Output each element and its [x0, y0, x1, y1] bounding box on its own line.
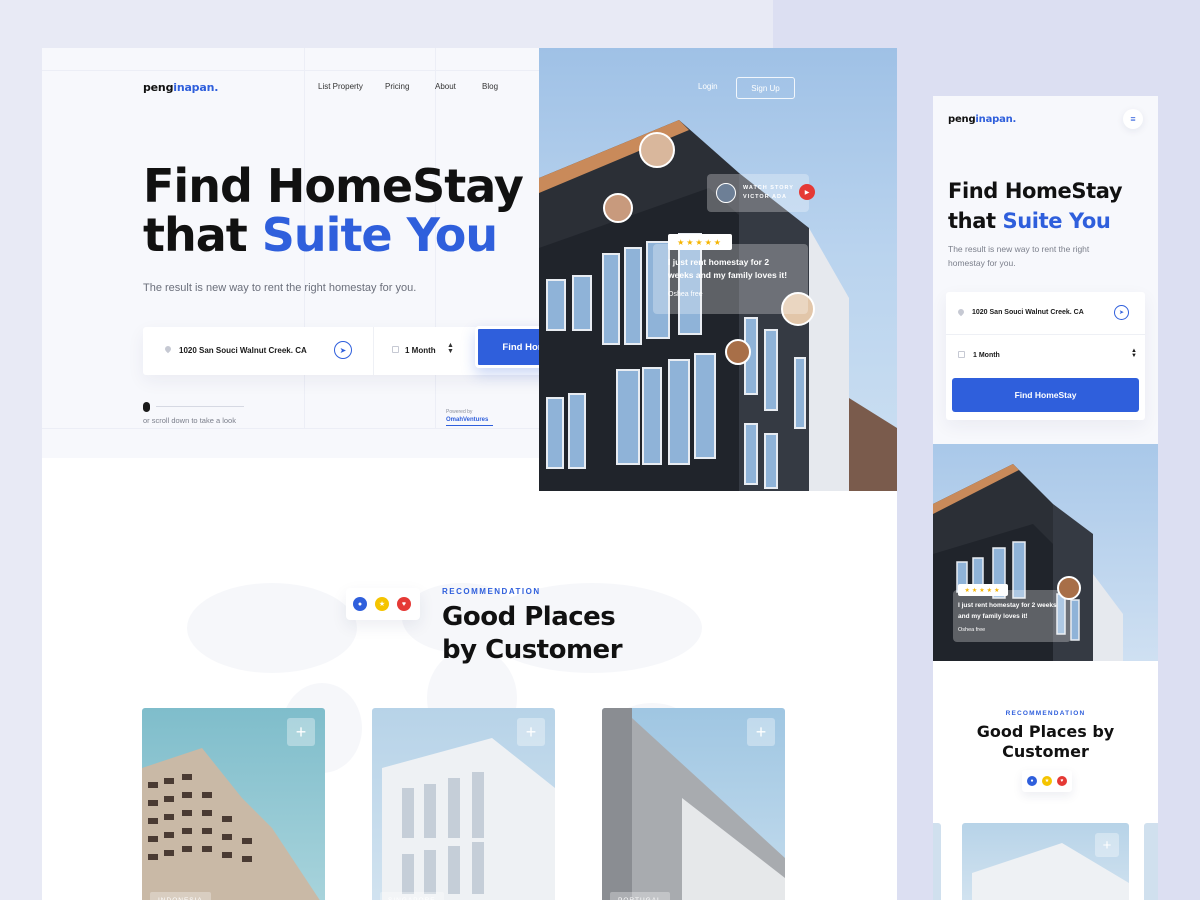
play-icon[interactable]: ▶ — [799, 184, 815, 200]
card-location-badge: PORTUGAL — [610, 892, 670, 900]
mobile-place-card-next[interactable] — [1144, 823, 1158, 900]
card-location-badge: INDONESIA — [150, 892, 211, 900]
mobile-hero-title: Find HomeStay that Suite You — [948, 179, 1123, 233]
avatar[interactable] — [639, 132, 675, 168]
star-icon[interactable]: ★ — [1042, 776, 1052, 786]
hero-subtitle: The result is new way to rent the right … — [143, 282, 417, 294]
hero-title-plain: that — [143, 208, 262, 262]
nav-blog[interactable]: Blog — [482, 82, 498, 91]
location-icon[interactable]: ● — [353, 597, 367, 611]
search-bar: 1020 San Souci Walnut Creek. CA ➤ 1 Mont… — [143, 326, 599, 375]
map-pin-icon — [958, 309, 964, 317]
scroll-hint: or scroll down to take a look — [143, 416, 236, 425]
mobile-testimonial-author: Oshea free — [958, 627, 986, 633]
star-rating: ★★★★★ — [668, 234, 732, 250]
heart-icon[interactable]: ♥ — [397, 597, 411, 611]
star-icon[interactable]: ★ — [375, 597, 389, 611]
hero-title: Find HomeStay that Suite You — [143, 159, 524, 262]
duration-select[interactable]: 1 Month — [405, 346, 436, 355]
avatar[interactable] — [603, 193, 633, 223]
desktop-mockup: penginapan. List Property Pricing About … — [42, 48, 897, 900]
add-icon[interactable]: + — [287, 718, 315, 746]
hero-building-image: WATCH STORY VICTOR ADA ▶ ★★★★★ I just ren… — [539, 48, 897, 491]
mobile-duration-select[interactable]: 1 Month — [973, 352, 1000, 359]
powered-brand[interactable]: OmahVentures — [446, 417, 488, 423]
hero-title-highlight: Suite You — [261, 208, 498, 262]
card-location-badge: SINGAPORE — [380, 892, 444, 900]
testimonial-author: Oshea free — [668, 291, 703, 298]
hero-title-line1: Find HomeStay — [143, 159, 524, 213]
logo[interactable]: penginapan. — [143, 81, 218, 94]
category-icons: ● ★ ♥ — [346, 588, 420, 620]
avatar[interactable] — [725, 339, 751, 365]
avatar[interactable] — [1057, 576, 1081, 600]
powered-underline — [446, 425, 493, 426]
star-rating: ★★★★★ — [958, 584, 1008, 596]
nav-about[interactable]: About — [435, 82, 456, 91]
add-icon[interactable]: + — [747, 718, 775, 746]
divider — [946, 334, 1145, 335]
avatar — [716, 183, 736, 203]
signup-button[interactable]: Sign Up — [736, 77, 795, 99]
mobile-find-homestay-button[interactable]: Find HomeStay — [952, 378, 1139, 412]
location-icon[interactable]: ● — [1027, 776, 1037, 786]
mobile-logo[interactable]: penginapan. — [948, 114, 1016, 125]
mobile-building-image: ★★★★★ I just rent homestay for 2 weeks a… — [933, 444, 1158, 661]
location-arrow-icon[interactable]: ➤ — [1114, 305, 1129, 320]
testimonial-quote: I just rent homestay for 2 weeks and my … — [668, 257, 788, 280]
mobile-mockup: penginapan. ≡ Find HomeStay that Suite Y… — [933, 96, 1158, 900]
updown-chevron-icon[interactable]: ▲ ▼ — [1131, 348, 1137, 359]
nav-pricing[interactable]: Pricing — [385, 82, 409, 91]
place-card-1[interactable]: + INDONESIA — [142, 708, 325, 900]
mobile-place-card-prev[interactable] — [933, 823, 941, 900]
updown-chevron-icon[interactable]: ▲ ▼ — [447, 342, 454, 355]
mobile-testimonial-quote: I just rent homestay for 2 weeks and my … — [958, 602, 1057, 620]
login-link[interactable]: Login — [698, 82, 718, 91]
mobile-section-label: RECOMMENDATION — [1005, 710, 1086, 717]
mobile-section-title: Good Places by Customer — [976, 722, 1115, 761]
grid-line — [42, 428, 539, 429]
add-icon[interactable]: + — [1095, 833, 1119, 857]
mobile-address-input[interactable]: 1020 San Souci Walnut Creek. CA — [972, 309, 1084, 316]
place-card-2[interactable]: + SINGAPORE — [372, 708, 555, 900]
mobile-category-icons: ● ★ ♥ — [1022, 770, 1072, 792]
watch-story-text: WATCH STORY VICTOR ADA — [743, 185, 794, 200]
section-title: Good Places by Customer — [442, 602, 623, 665]
address-input[interactable]: 1020 San Souci Walnut Creek. CA — [179, 346, 307, 355]
divider — [373, 327, 374, 375]
menu-icon[interactable]: ≡ — [1123, 109, 1143, 129]
scroll-indicator-icon — [143, 402, 150, 412]
section-label: RECOMMENDATION — [442, 587, 541, 596]
location-arrow-icon[interactable]: ➤ — [334, 341, 352, 359]
grid-line — [42, 70, 539, 71]
mobile-place-card[interactable]: + — [962, 823, 1129, 900]
place-card-3[interactable]: + PORTUGAL — [602, 708, 785, 900]
map-pin-icon — [165, 346, 171, 354]
scroll-line — [156, 406, 244, 407]
calendar-icon — [958, 351, 965, 358]
mobile-search-form: 1020 San Souci Walnut Creek. CA ➤ 1 Mont… — [946, 292, 1145, 420]
mobile-hero-subtitle: The result is new way to rent the right … — [948, 244, 1090, 268]
add-icon[interactable]: + — [517, 718, 545, 746]
heart-icon[interactable]: ♥ — [1057, 776, 1067, 786]
nav-list-property[interactable]: List Property — [318, 82, 363, 91]
powered-label: Powered by — [446, 409, 473, 415]
calendar-icon — [392, 346, 399, 353]
